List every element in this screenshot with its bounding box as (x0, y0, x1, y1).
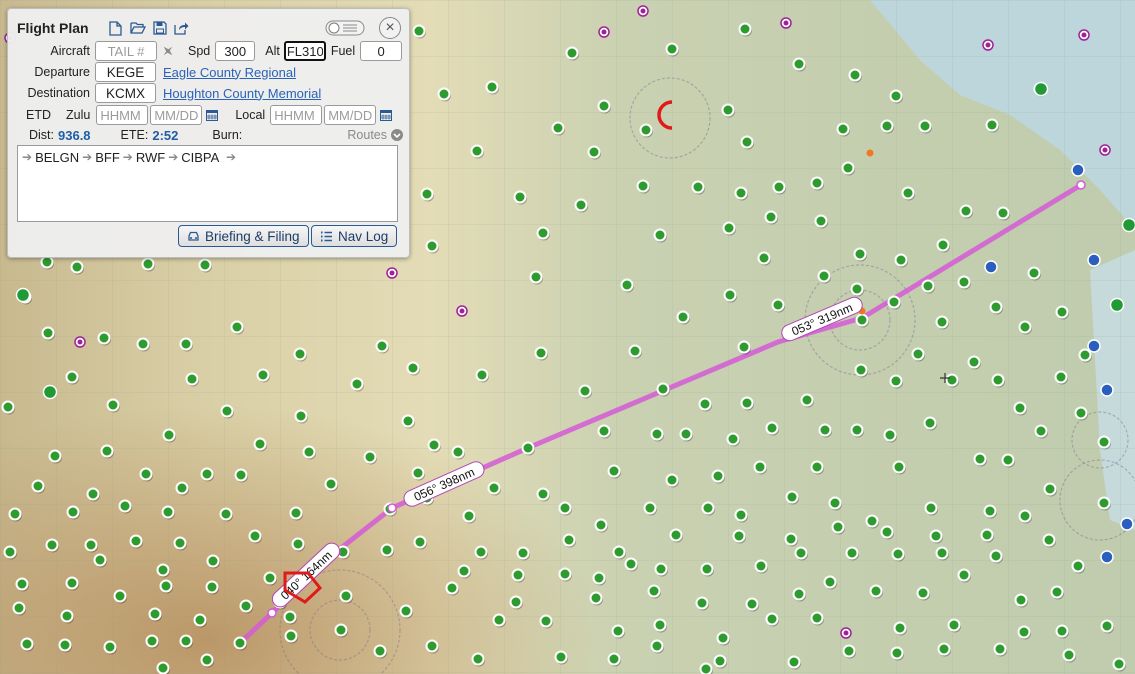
airport-marker-ifr[interactable] (1071, 163, 1085, 177)
airport-marker-ifr[interactable] (1087, 339, 1101, 353)
destination-input[interactable] (95, 83, 156, 103)
altitude-input[interactable] (283, 41, 326, 61)
ete-label: ETE: (120, 128, 149, 142)
airport-marker-ifr[interactable] (1087, 253, 1101, 267)
route-waypoint[interactable]: ➔ RWF (123, 150, 165, 165)
speed-input[interactable] (215, 41, 256, 61)
airport-marker-large[interactable] (1121, 217, 1135, 233)
toggle-switch[interactable] (325, 20, 365, 36)
destination-airport-link[interactable]: Houghton County Memorial (163, 86, 321, 101)
fuel-input[interactable] (360, 41, 403, 61)
panel-title: Flight Plan (17, 20, 89, 36)
distance-value: 936.8 (58, 127, 91, 143)
tail-number-input[interactable] (95, 41, 157, 61)
airport-marker-private[interactable] (456, 305, 468, 317)
close-icon[interactable]: × (379, 17, 401, 39)
zulu-time-input[interactable] (96, 105, 149, 125)
airport-marker-ifr[interactable] (984, 260, 998, 274)
departure-label: Departure (34, 65, 90, 79)
airport-marker-private[interactable] (1099, 144, 1111, 156)
route-arrow-icon: ➔ (122, 150, 133, 164)
zulu-label: Zulu (66, 108, 91, 122)
open-folder-icon[interactable] (129, 19, 147, 37)
etd-label: ETD (26, 108, 51, 122)
route-end-arrow: ➔ (225, 150, 237, 164)
departure-airport-link[interactable]: Eagle County Regional (163, 65, 296, 80)
flight-plan-panel: Flight Plan × Aircraft Spd Alt Fuel (7, 8, 410, 258)
route-arrow-icon: ➔ (22, 150, 33, 164)
airport-marker-private[interactable] (386, 267, 398, 279)
destination-label: Destination (27, 86, 90, 100)
airport-marker-private[interactable] (598, 26, 610, 38)
aircraft-label: Aircraft (50, 44, 90, 58)
speed-label: Spd (188, 44, 211, 58)
route-waypoint[interactable]: ➔ CIBPA (168, 150, 219, 165)
route-field[interactable]: ➔ BELGN ➔ BFF ➔ RWF ➔ CIBPA ➔ (17, 145, 398, 222)
airport-marker-large[interactable] (1109, 297, 1125, 313)
briefing-filing-button[interactable]: Briefing & Filing (178, 225, 309, 247)
route-waypoint[interactable]: ➔ BFF (82, 150, 120, 165)
fuel-label: Fuel (330, 44, 356, 58)
airport-marker-ifr[interactable] (1100, 550, 1114, 564)
airport-marker-large[interactable] (15, 287, 31, 303)
airport-marker-private[interactable] (780, 17, 792, 29)
list-icon (320, 231, 333, 242)
new-file-icon[interactable] (107, 19, 125, 37)
airport-marker[interactable] (699, 662, 714, 674)
airport-marker-private[interactable] (982, 39, 994, 51)
local-calendar-icon[interactable] (379, 108, 393, 122)
airport-marker-ifr[interactable] (1100, 383, 1114, 397)
route-waypoint-list: ➔ BELGN ➔ BFF ➔ RWF ➔ CIBPA (22, 149, 222, 165)
route-waypoint[interactable]: ➔ BELGN (22, 150, 79, 165)
departure-input[interactable] (95, 62, 156, 82)
local-time-input[interactable] (270, 105, 323, 125)
distance-label: Dist: (29, 128, 54, 142)
airport-marker-private[interactable] (74, 336, 86, 348)
zulu-date-input[interactable] (150, 105, 203, 125)
route-arrow-icon: ➔ (168, 150, 179, 164)
nav-log-button[interactable]: Nav Log (311, 225, 398, 247)
airport-marker[interactable] (156, 661, 171, 674)
burn-label: Burn: (212, 128, 243, 142)
local-label: Local (235, 108, 266, 122)
local-date-input[interactable] (324, 105, 377, 125)
airport-marker-private[interactable] (1078, 29, 1090, 41)
zulu-calendar-icon[interactable] (205, 108, 219, 122)
altitude-label: Alt (265, 44, 280, 58)
car-icon (187, 231, 200, 242)
save-icon[interactable] (151, 19, 169, 37)
ete-value: 2:52 (152, 127, 179, 143)
airport-marker-ifr[interactable] (1120, 517, 1134, 531)
airport-marker-large[interactable] (1033, 81, 1049, 97)
airplane-icon (162, 45, 174, 57)
routes-button[interactable]: Routes (347, 128, 403, 142)
route-arrow-icon: ➔ (82, 150, 93, 164)
airport-marker-large[interactable] (42, 384, 58, 400)
airport-marker-private[interactable] (840, 627, 852, 639)
airport-marker-private[interactable] (637, 5, 649, 17)
share-icon[interactable] (173, 19, 191, 37)
chevron-down-circle-icon (391, 129, 403, 141)
